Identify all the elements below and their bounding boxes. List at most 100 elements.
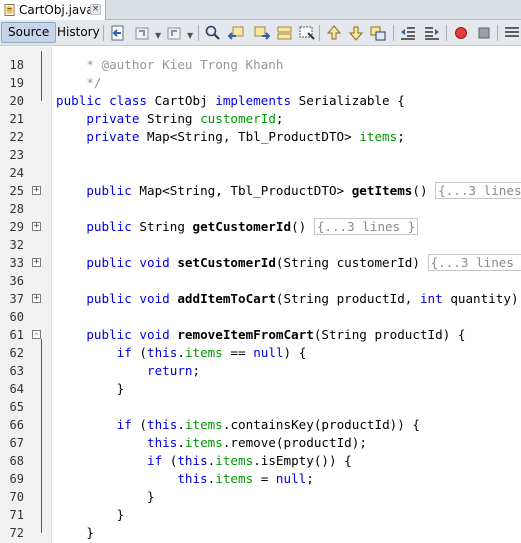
- code-line[interactable]: 69 this.items = null;: [0, 470, 521, 488]
- code-token: public: [56, 219, 140, 234]
- code-token: String: [139, 219, 193, 234]
- code-line[interactable]: 63 return;: [0, 362, 521, 380]
- code-text: private String customerId;: [56, 110, 284, 128]
- code-text: public String getCustomerId() {...3 line…: [56, 218, 419, 236]
- code-line[interactable]: 32: [0, 236, 521, 254]
- code-line[interactable]: 23: [0, 146, 521, 164]
- code-line[interactable]: 71 }: [0, 506, 521, 524]
- code-line[interactable]: 37 + public void addItemToCart(String pro…: [0, 290, 521, 308]
- code-token: Map<String, Tbl_ProductDTO>: [147, 129, 360, 144]
- back-dropdown-icon[interactable]: ▼: [155, 31, 161, 40]
- code-token: public void: [56, 327, 178, 342]
- line-number: 25: [9, 184, 24, 198]
- code-token: items: [215, 453, 254, 468]
- code-line[interactable]: 21 private String customerId;: [0, 110, 521, 128]
- forward-icon[interactable]: [166, 24, 184, 42]
- code-text: }: [56, 524, 94, 542]
- code-line[interactable]: 18 * @author Kieu Trong Khanh: [0, 56, 521, 74]
- code-editor[interactable]: 18 * @author Kieu Trong Khanh 19 */20 publ…: [0, 47, 521, 543]
- toggle-highlight-icon[interactable]: [298, 24, 316, 42]
- folded-code-block[interactable]: {...3 lines }: [435, 182, 521, 199]
- code-line[interactable]: 61- public void removeItemFromCart(Strin…: [0, 326, 521, 344]
- code-line[interactable]: 29 + public String getCustomerId() {...3 …: [0, 218, 521, 236]
- code-token: * @author Kieu Trong Khanh: [56, 57, 284, 72]
- code-line[interactable]: 62 if (this.items == null) {: [0, 344, 521, 362]
- collapse-fold-icon[interactable]: -: [32, 330, 41, 339]
- expand-fold-icon[interactable]: +: [32, 186, 41, 195]
- previous-bookmark-icon[interactable]: [325, 24, 343, 42]
- find-selection-icon[interactable]: [276, 24, 294, 42]
- find-previous-icon[interactable]: [228, 24, 246, 42]
- code-line[interactable]: 68 if (this.items.isEmpty()) {: [0, 452, 521, 470]
- code-text: if (this.items == null) {: [56, 344, 307, 362]
- shift-left-icon[interactable]: [399, 24, 417, 42]
- find-next-icon[interactable]: [252, 24, 270, 42]
- source-button[interactable]: Source: [1, 22, 57, 43]
- code-token: quantity): [450, 291, 521, 306]
- code-token: items: [184, 345, 223, 360]
- code-token: if: [56, 453, 170, 468]
- code-line[interactable]: 72 }: [0, 524, 521, 542]
- line-number: 68: [9, 454, 24, 468]
- code-line[interactable]: 67 this.items.remove(productId);: [0, 434, 521, 452]
- code-line[interactable]: 64 }: [0, 380, 521, 398]
- code-token: }: [56, 489, 155, 504]
- code-line[interactable]: 65: [0, 398, 521, 416]
- shift-right-icon[interactable]: [423, 24, 441, 42]
- line-number: 62: [9, 346, 24, 360]
- code-token: getItems: [351, 183, 413, 198]
- code-line[interactable]: 24: [0, 164, 521, 182]
- code-token: Map<String, Tbl_ProductDTO>: [139, 183, 352, 198]
- code-token: ;: [192, 363, 201, 378]
- code-line[interactable]: 20 public class CartObj implements Serial…: [0, 92, 521, 110]
- code-token: }: [56, 507, 125, 522]
- code-line[interactable]: 36: [0, 272, 521, 290]
- file-tab[interactable]: CartObj.java ×: [0, 0, 106, 20]
- code-token: .: [177, 417, 185, 432]
- expand-fold-icon[interactable]: +: [32, 294, 41, 303]
- code-token: (): [412, 183, 436, 198]
- code-token: private: [56, 129, 147, 144]
- start-macro-icon[interactable]: [452, 24, 470, 42]
- code-token: ;: [275, 111, 284, 126]
- code-line[interactable]: 19 */: [0, 74, 521, 92]
- code-line[interactable]: 60: [0, 308, 521, 326]
- code-token: this: [177, 453, 208, 468]
- code-token: implements: [215, 93, 299, 108]
- stop-macro-icon[interactable]: [475, 24, 493, 42]
- code-token: getCustomerId: [192, 219, 292, 234]
- toggle-bookmark-icon[interactable]: [369, 24, 387, 42]
- line-number: 37: [9, 292, 24, 306]
- code-token: public: [56, 183, 140, 198]
- line-number: 64: [9, 382, 24, 396]
- code-line[interactable]: 25 + public Map<String, Tbl_ProductDTO> g…: [0, 182, 521, 200]
- java-file-icon: [4, 4, 15, 16]
- code-token: (: [139, 345, 147, 360]
- code-line[interactable]: 28: [0, 200, 521, 218]
- line-number: 66: [9, 418, 24, 432]
- history-button[interactable]: History: [51, 22, 106, 43]
- folded-code-block[interactable]: {...3 lines }: [427, 254, 521, 271]
- code-token: public void: [56, 255, 178, 270]
- code-line[interactable]: 22 private Map<String, Tbl_ProductDTO> i…: [0, 128, 521, 146]
- line-number: 70: [9, 490, 24, 504]
- code-text: if (this.items.isEmpty()) {: [56, 452, 352, 470]
- next-bookmark-icon[interactable]: [347, 24, 365, 42]
- line-number: 21: [9, 112, 24, 126]
- folded-code-block[interactable]: {...3 lines }: [313, 218, 419, 235]
- close-tab-icon[interactable]: ×: [90, 4, 101, 15]
- code-token: if: [56, 345, 140, 360]
- line-number: 71: [9, 508, 24, 522]
- code-token: customerId: [200, 111, 276, 126]
- line-number: 24: [9, 166, 24, 180]
- back-icon[interactable]: [134, 24, 152, 42]
- last-edit-icon[interactable]: [109, 24, 127, 42]
- forward-dropdown-icon[interactable]: ▼: [187, 31, 193, 40]
- code-line[interactable]: 33 + public void setCustomerId(String cus…: [0, 254, 521, 272]
- code-line[interactable]: 70 }: [0, 488, 521, 506]
- expand-fold-icon[interactable]: +: [32, 258, 41, 267]
- expand-fold-icon[interactable]: +: [32, 222, 41, 231]
- find-icon[interactable]: [204, 24, 222, 42]
- code-line[interactable]: 66 if (this.items.containsKey(productId)…: [0, 416, 521, 434]
- comment-icon[interactable]: [503, 24, 521, 42]
